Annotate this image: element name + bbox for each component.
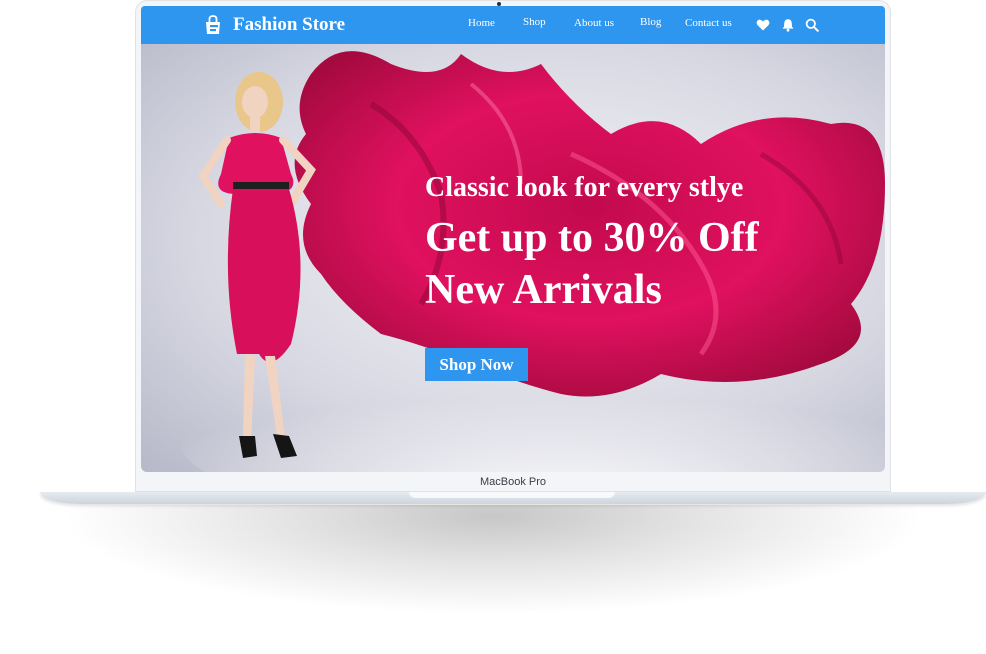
hero-headline: Get up to 30% Off New Arrivals [425,212,759,316]
hero-headline-line-2: New Arrivals [425,267,662,313]
hero-headline-line-1: Get up to 30% Off [425,215,759,261]
bell-icon[interactable] [781,18,795,32]
laptop-shadow [60,505,926,615]
nav-link-contact-us[interactable]: Contact us [685,17,732,29]
search-icon[interactable] [805,18,819,32]
shop-now-button[interactable]: Shop Now [425,348,528,381]
website-screen: Fashion Store Home Shop About us Blog Co… [141,6,885,472]
laptop-notch [409,492,615,498]
device-label: MacBook Pro [479,476,547,488]
top-navbar: Fashion Store Home Shop About us Blog Co… [141,6,885,44]
heart-icon[interactable] [756,18,770,32]
nav-link-blog[interactable]: Blog [640,16,661,28]
brand-name[interactable]: Fashion Store [233,14,345,36]
nav-link-about-us[interactable]: About us [574,17,614,29]
nav-link-shop[interactable]: Shop [523,16,546,28]
nav-link-home[interactable]: Home [468,17,495,29]
shopping-bag-icon [206,15,220,34]
hero-tagline: Classic look for every stlye [425,172,744,203]
